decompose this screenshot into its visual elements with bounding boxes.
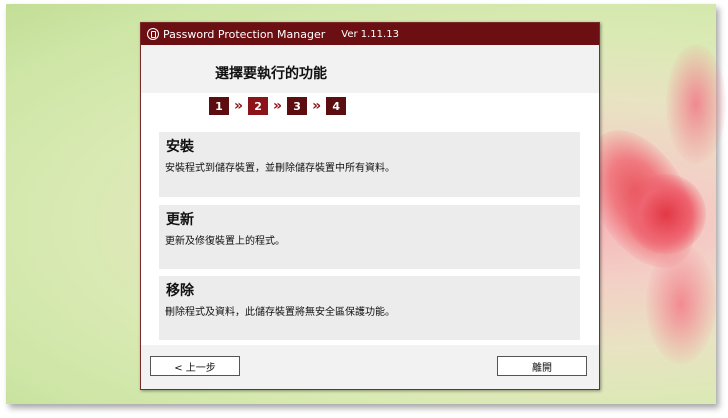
step-4: 4	[326, 97, 347, 115]
update-option[interactable]: 更新 更新及修復裝置上的程式。	[159, 205, 580, 269]
installer-window: Password Protection Manager Ver 1.11.13 …	[140, 22, 600, 390]
step-arrow-icon: »	[312, 98, 322, 114]
flower-decoration	[626, 174, 706, 254]
footer-bar: < 上一步 離開	[141, 345, 599, 389]
page-title: 選擇要執行的功能	[215, 66, 327, 82]
flower-decoration	[666, 44, 726, 164]
step-2: 2	[248, 97, 269, 115]
option-description: 刪除程式及資料，此儲存裝置將無安全區保護功能。	[165, 307, 395, 318]
step-indicator: 1 » 2 » 3 » 4	[209, 97, 347, 115]
lock-logo-icon	[147, 28, 159, 40]
title-bar: Password Protection Manager Ver 1.11.13	[141, 23, 599, 45]
step-arrow-icon: »	[273, 98, 283, 114]
step-1: 1	[209, 97, 229, 115]
step-3: 3	[287, 97, 308, 115]
app-title: Password Protection Manager	[163, 27, 326, 41]
step-arrow-icon: »	[234, 98, 244, 114]
flower-decoration	[646, 244, 716, 364]
option-title: 移除	[166, 283, 194, 299]
option-title: 更新	[166, 212, 194, 228]
install-option[interactable]: 安裝 安裝程式到儲存裝置，並刪除儲存裝置中所有資料。	[159, 132, 580, 197]
page-header: 選擇要執行的功能	[141, 45, 599, 93]
option-description: 安裝程式到儲存裝置，並刪除儲存裝置中所有資料。	[165, 163, 395, 174]
desktop-background: Password Protection Manager Ver 1.11.13 …	[6, 4, 726, 404]
version-label: Ver 1.11.13	[341, 28, 399, 40]
back-button[interactable]: < 上一步	[150, 356, 240, 376]
remove-option[interactable]: 移除 刪除程式及資料，此儲存裝置將無安全區保護功能。	[159, 276, 580, 340]
option-description: 更新及修復裝置上的程式。	[165, 236, 285, 247]
option-title: 安裝	[166, 139, 194, 155]
close-button[interactable]: 離開	[497, 356, 587, 376]
